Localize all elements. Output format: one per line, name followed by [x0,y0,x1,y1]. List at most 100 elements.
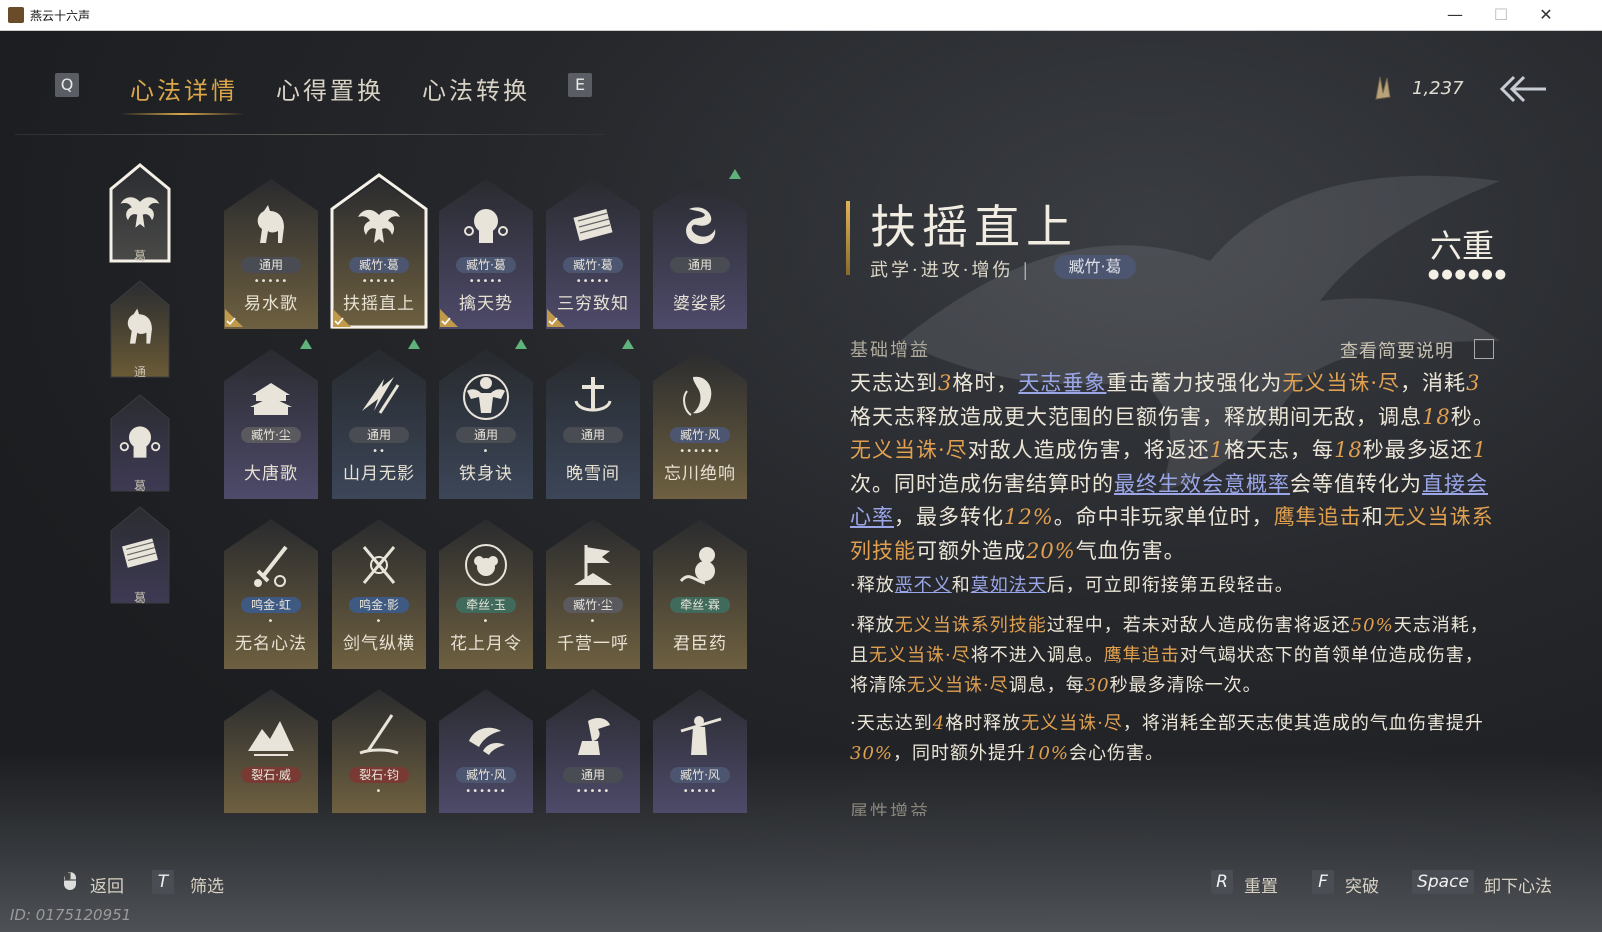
technique-card[interactable]: 通用 ••••• 易水歌 [222,173,320,329]
reset-key[interactable]: R [1211,870,1233,894]
tab-prev-key[interactable]: Q [55,73,79,97]
description-text: 天志达到 [850,371,938,395]
technique-card[interactable]: 裂石·威 [222,683,320,839]
technique-card[interactable]: 臧竹·葛 ••••• 扶摇直上 [330,173,428,329]
spear-icon [359,714,399,755]
upgrade-available-icon [515,339,527,349]
description-text: 可额外造成 [916,538,1026,563]
tab-technique-convert[interactable]: 心法转换 [422,71,530,106]
breakthrough-key[interactable]: F [1312,870,1334,894]
technique-card[interactable]: 通用 ••••• [544,683,642,839]
card-rank-dots: • [589,616,597,627]
mountain-icon [248,721,294,756]
tab-next-key[interactable]: E [568,73,592,97]
anchor-icon [574,377,612,412]
description-text: 秒最多返还 [1362,438,1473,462]
equipped-slot[interactable]: 葛 [109,163,171,267]
card-rank-dots: ••••• [468,276,504,287]
equipped-check-icon [333,309,351,327]
technique-card[interactable]: 通用 •• 山月无影 [330,339,428,499]
technique-card[interactable]: 牵丝·霖 君臣药 [651,513,749,669]
unequip-button[interactable]: 卸下心法 [1484,872,1552,897]
card-school-tag: 臧竹·风 [670,767,730,783]
detail-main-description: 天志达到3格时，天志垂象重击蓄力技强化为无义当诛·尽，消耗3格天志释放造成更大范… [850,367,1496,568]
strongman-icon [463,374,509,420]
technique-card[interactable]: 通用 婆娑影 [651,169,749,329]
keyword-link[interactable]: 天志垂象 [1018,371,1106,395]
description-text: 格时释放 [945,713,1022,734]
breakthrough-button[interactable]: 突破 [1345,872,1379,897]
technique-card[interactable]: 通用 晚雪间 [544,339,642,499]
card-school-tag: 通用 [670,257,730,273]
card-school-tag: 臧竹·尘 [563,597,623,613]
filter-button[interactable]: 筛选 [190,872,224,897]
technique-card[interactable]: 裂石·钧 • [330,683,428,839]
description-text: 格时， [952,371,1019,395]
technique-card[interactable]: 臧竹·风 •••••• [437,683,535,839]
back-button[interactable]: 返回 [90,872,124,897]
detail-bullet-1: ·释放恶不义和莫如法天后，可立即衔接第五段轻击。 [850,571,1496,601]
card-rank-dots: • [482,616,490,627]
description-text: 对敌人造成伤害，将返还 [967,438,1210,462]
equipped-slot[interactable]: 通 [109,279,171,383]
section-basic-bonus: 基础增益 [850,340,930,361]
technique-card[interactable]: 臧竹·尘 大唐歌 [222,339,320,499]
detail-school-tag: 臧竹·葛 [1054,255,1136,279]
equipped-slot[interactable]: 葛 [109,505,171,609]
reset-button[interactable]: 重置 [1244,872,1278,897]
back-arrow-icon[interactable] [1500,71,1548,107]
card-rank-dots: • [267,616,275,627]
numeric-value: 12% [1004,505,1054,529]
keyword-link[interactable]: 最终生效会意概率 [1114,472,1290,496]
numeric-value: 18 [1422,404,1451,429]
summary-toggle-icon[interactable] [1474,339,1494,359]
card-school-tag: 裂石·威 [241,767,301,783]
description-text: 次。同时造成伤害结算时的 [850,471,1114,496]
technique-card[interactable]: 臧竹·风 ••••• [651,683,749,839]
technique-card[interactable]: 通用 • 铁身诀 [437,339,535,499]
description-text: 重击蓄力技强化为 [1106,371,1283,395]
numeric-value: 20% [1026,538,1076,563]
eagle-icon [120,197,160,228]
numeric-value: 4 [932,713,946,734]
dragon-icon [686,207,716,245]
keyword-link[interactable]: 莫如法天 [971,575,1047,596]
card-school-tag: 通用 [456,427,516,443]
palace-icon [250,383,292,415]
technique-card[interactable]: 牵丝·玉 • 花上月令 [437,513,535,669]
technique-card[interactable]: 臧竹·葛 ••••• 三穷致知 [544,173,642,329]
card-school-tag: 臧竹·葛 [349,257,409,273]
card-school-tag: 臧竹·风 [456,767,516,783]
unequip-key[interactable]: Space [1412,870,1474,894]
mouse-icon [64,872,76,890]
card-rank-dots: ••••• [575,276,611,287]
swordsman-icon [680,716,722,755]
card-name: 婆娑影 [673,294,727,314]
card-name: 大唐歌 [244,464,298,484]
tab-technique-detail[interactable]: 心法详情 [130,71,238,106]
card-rank-dots: •••••• [679,446,721,457]
numeric-value: 30% [850,743,894,764]
equipped-slot[interactable]: 葛 [109,393,171,497]
technique-card[interactable]: 臧竹·风 •••••• 忘川绝响 [651,343,749,499]
skill-name-highlight: 无义当诛·尽 [850,438,968,462]
technique-card[interactable]: 臧竹·葛 ••••• 擒天势 [437,173,535,329]
card-rank-dots: ••••• [253,276,289,287]
ghost-face-icon [683,376,712,416]
description-text: ，消耗 [1400,371,1467,395]
tab-insight-swap[interactable]: 心得置换 [276,71,384,106]
description-text: 秒最多清除一次。 [1109,675,1262,696]
crossed-swords-icon [362,546,396,584]
minimize-icon[interactable]: — [1432,0,1478,30]
filter-key[interactable]: T [152,870,174,894]
keyword-link[interactable]: 恶不义 [895,575,952,596]
technique-card[interactable]: 鸣金·影 • 剑气纵横 [330,513,428,669]
card-name: 千营一呼 [557,634,629,654]
close-icon[interactable]: ✕ [1523,0,1569,30]
view-summary-button[interactable]: 查看简要说明 [1340,337,1454,363]
technique-card[interactable]: 臧竹·尘 • 千营一呼 [544,513,642,669]
equipped-check-icon [440,309,458,327]
maximize-icon[interactable]: ☐ [1478,0,1524,30]
description-text: 气血伤害。 [1075,538,1186,563]
technique-card[interactable]: 鸣金·虹 • 无名心法 [222,513,320,669]
